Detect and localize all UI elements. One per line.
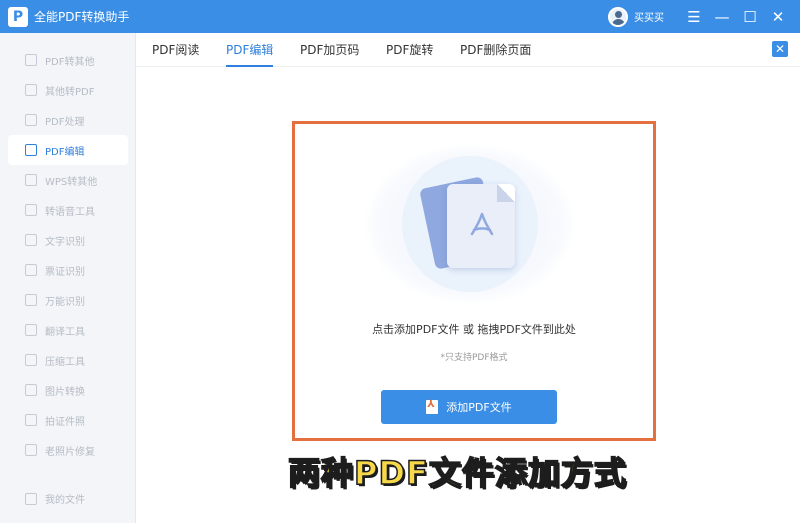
pdf-document-icon (447, 184, 515, 268)
sidebar-nav: PDF转其他 其他转PDF PDF处理 PDF编辑 WPS转其他 转语音工具 文… (8, 45, 128, 465)
pdf-file-icon (426, 399, 439, 414)
sidebar-item-label: 拍证件照 (45, 416, 85, 428)
pdf-convert-icon (25, 54, 37, 66)
sidebar-item-label: 转语音工具 (45, 206, 95, 218)
sidebar-item-photo-repair[interactable]: 老照片修复 (8, 435, 128, 465)
translate-icon (25, 324, 37, 336)
avatar[interactable] (608, 6, 628, 27)
sidebar-item-label: 其他转PDF (45, 86, 95, 98)
app-title: 全能PDF转换助手 (34, 10, 130, 24)
id-photo-icon (25, 414, 37, 426)
sidebar-item-ocr[interactable]: 文字识别 (8, 225, 128, 255)
sidebar-item-pdf-to-other[interactable]: PDF转其他 (8, 45, 128, 75)
pdf-upload-illustration (365, 144, 575, 304)
tab-pdf-rotate[interactable]: PDF旋转 (386, 41, 433, 67)
sidebar-item-label: 万能识别 (45, 296, 85, 308)
ticket-icon (25, 264, 37, 276)
maximize-button[interactable]: ☐ (736, 0, 764, 33)
sidebar-item-compress[interactable]: 压缩工具 (8, 345, 128, 375)
sidebar-item-pdf-edit[interactable]: PDF编辑 (8, 135, 128, 165)
minimize-button[interactable]: — (708, 0, 736, 33)
sidebar-item-image-convert[interactable]: 图片转换 (8, 375, 128, 405)
sidebar-item-label: 压缩工具 (45, 356, 85, 368)
sidebar-item-label: 老照片修复 (45, 446, 95, 458)
sidebar-item-label: 文字识别 (45, 236, 85, 248)
voice-icon (25, 204, 37, 216)
sidebar-item-ticket-ocr[interactable]: 票证识别 (8, 255, 128, 285)
tab-pdf-delete-page[interactable]: PDF删除页面 (460, 41, 531, 67)
tab-bar: PDF阅读 PDF编辑 PDF加页码 PDF旋转 PDF删除页面 ✕ (136, 33, 800, 67)
wps-icon (25, 174, 37, 186)
sidebar-item-label: PDF转其他 (45, 56, 95, 68)
close-icon[interactable]: ✕ (772, 41, 788, 57)
add-pdf-button-label: 添加PDF文件 (446, 401, 512, 414)
sidebar-item-label: PDF编辑 (45, 146, 85, 158)
sidebar-item-label: WPS转其他 (45, 176, 98, 188)
scan-icon (25, 294, 37, 306)
photo-repair-icon (25, 444, 37, 456)
title-bar-controls: 买买买 ☰ — ☐ ✕ (608, 0, 792, 33)
pdf-logo-icon (470, 212, 494, 236)
sidebar: PDF转其他 其他转PDF PDF处理 PDF编辑 WPS转其他 转语音工具 文… (0, 33, 136, 523)
app-logo: P (8, 6, 28, 27)
sidebar-item-label: 图片转换 (45, 386, 85, 398)
compress-icon (25, 354, 37, 366)
sidebar-item-pdf-process[interactable]: PDF处理 (8, 105, 128, 135)
title-bar: P 全能PDF转换助手 买买买 ☰ — ☐ ✕ (0, 0, 800, 33)
overlay-caption: 两种PDF文件添加方式 (287, 453, 627, 493)
sidebar-item-my-files[interactable]: 我的文件 (25, 491, 85, 506)
sidebar-item-label: PDF处理 (45, 116, 85, 128)
add-pdf-button[interactable]: 添加PDF文件 (381, 390, 557, 424)
pdf-edit-icon (25, 144, 37, 156)
sidebar-item-label: 我的文件 (45, 495, 85, 506)
to-pdf-icon (25, 84, 37, 96)
ocr-icon (25, 234, 37, 246)
drop-zone-instruction: 点击添加PDF文件 或 拖拽PDF文件到此处 (372, 323, 576, 336)
sidebar-item-voice-tool[interactable]: 转语音工具 (8, 195, 128, 225)
close-window-button[interactable]: ✕ (764, 0, 792, 33)
username[interactable]: 买买买 (634, 9, 664, 24)
sidebar-item-id-photo[interactable]: 拍证件照 (8, 405, 128, 435)
tab-pdf-edit[interactable]: PDF编辑 (226, 41, 274, 67)
sidebar-item-other-to-pdf[interactable]: 其他转PDF (8, 75, 128, 105)
sidebar-item-wps-to-other[interactable]: WPS转其他 (8, 165, 128, 195)
tab-pdf-page-number[interactable]: PDF加页码 (300, 41, 359, 67)
menu-button[interactable]: ☰ (680, 0, 708, 33)
drop-zone-format-hint: *只支持PDF格式 (440, 353, 508, 363)
file-icon (25, 492, 37, 505)
file-drop-zone[interactable]: 点击添加PDF文件 或 拖拽PDF文件到此处 *只支持PDF格式 添加PDF文件 (292, 121, 656, 441)
sidebar-item-label: 翻译工具 (45, 326, 85, 338)
image-icon (25, 384, 37, 396)
tab-pdf-read[interactable]: PDF阅读 (152, 41, 199, 67)
sidebar-item-label: 票证识别 (45, 266, 85, 278)
sidebar-item-translate[interactable]: 翻译工具 (8, 315, 128, 345)
pdf-process-icon (25, 114, 37, 126)
sidebar-item-universal-ocr[interactable]: 万能识别 (8, 285, 128, 315)
